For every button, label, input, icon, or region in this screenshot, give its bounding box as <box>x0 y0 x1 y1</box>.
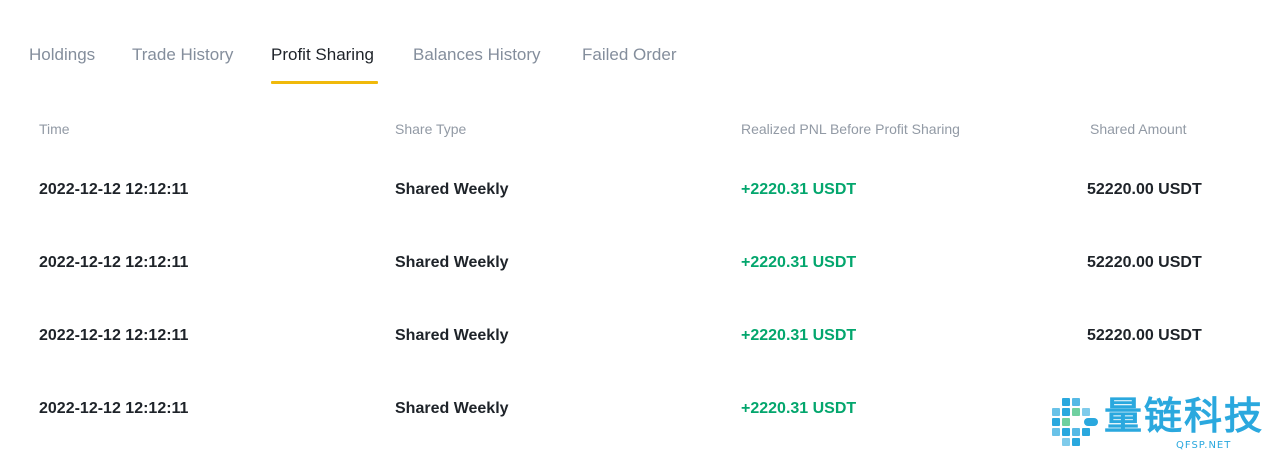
cell-shared-amount: 52220.00 USDT <box>1087 254 1202 271</box>
tab-bar: Holdings Trade History Profit Sharing Ba… <box>0 0 1269 86</box>
cell-share-type: Shared Weekly <box>395 181 509 198</box>
cell-realized-pnl: +2220.31 USDT <box>741 327 857 344</box>
watermark-subtext: QFSP.NET <box>1176 440 1232 451</box>
column-header-shared-amount: Shared Amount <box>1090 121 1187 137</box>
watermark: 量链科技 QFSP.NET <box>1048 392 1269 452</box>
cell-share-type: Shared Weekly <box>395 254 509 271</box>
cell-shared-amount: 52220.00 USDT <box>1087 181 1202 198</box>
tab-trade-history[interactable]: Trade History <box>132 44 233 66</box>
cell-time: 2022-12-12 12:12:11 <box>39 400 189 417</box>
tab-failed-order[interactable]: Failed Order <box>582 44 676 66</box>
cell-realized-pnl: +2220.31 USDT <box>741 254 857 271</box>
cell-share-type: Shared Weekly <box>395 327 509 344</box>
cell-time: 2022-12-12 12:12:11 <box>39 181 189 198</box>
table-row: 2022-12-12 12:12:11 Shared Weekly +2220.… <box>0 243 1269 283</box>
cell-realized-pnl: +2220.31 USDT <box>741 181 857 198</box>
cell-shared-amount: 52220.00 USDT <box>1087 327 1202 344</box>
cell-share-type: Shared Weekly <box>395 400 509 417</box>
tab-holdings[interactable]: Holdings <box>29 44 95 66</box>
tab-balances-history[interactable]: Balances History <box>413 44 541 66</box>
watermark-text: 量链科技 <box>1104 394 1265 438</box>
watermark-logo-icon <box>1052 398 1098 446</box>
table-row: 2022-12-12 12:12:11 Shared Weekly +2220.… <box>0 316 1269 356</box>
cell-realized-pnl: +2220.31 USDT <box>741 400 857 417</box>
cell-time: 2022-12-12 12:12:11 <box>39 327 189 344</box>
table-row: 2022-12-12 12:12:11 Shared Weekly +2220.… <box>0 170 1269 210</box>
tab-profit-sharing[interactable]: Profit Sharing <box>271 44 374 66</box>
table-header: Time Share Type Realized PNL Before Prof… <box>0 118 1269 140</box>
column-header-realized-pnl: Realized PNL Before Profit Sharing <box>741 121 960 137</box>
column-header-share-type: Share Type <box>395 121 467 137</box>
cell-time: 2022-12-12 12:12:11 <box>39 254 189 271</box>
column-header-time: Time <box>39 121 70 137</box>
active-tab-indicator <box>271 81 378 84</box>
